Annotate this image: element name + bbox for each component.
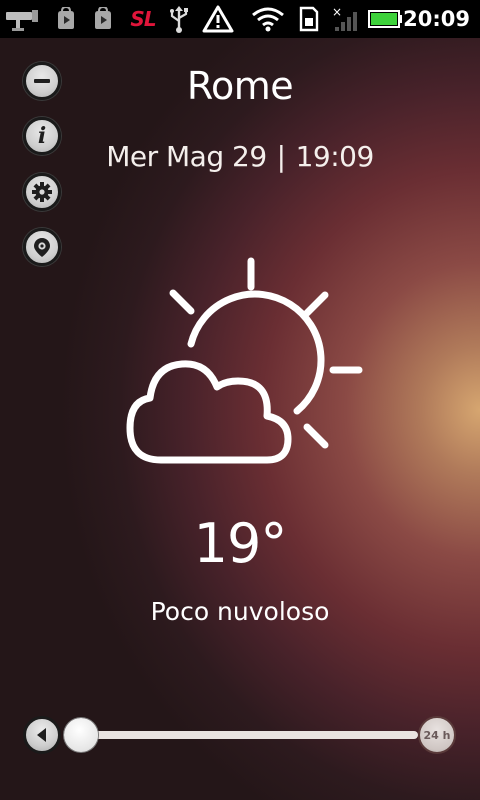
sl-logo-text: SL <box>130 7 156 31</box>
camera-icon <box>4 4 44 34</box>
weather-condition: Poco nuvoloso <box>150 597 330 626</box>
status-clock: 20:09 <box>403 7 470 31</box>
sd-card-icon <box>296 4 322 34</box>
weather-screen: SL × 20:09 i Rome Mer Mag 29 | 19:09 19°… <box>0 0 480 800</box>
timeline-track[interactable] <box>66 731 418 739</box>
wifi-icon <box>250 4 286 34</box>
gear-icon <box>32 182 52 202</box>
settings-button[interactable] <box>23 173 61 211</box>
date-label: Mer Mag 29 <box>106 140 267 173</box>
timeline-back-button[interactable] <box>23 716 61 754</box>
temperature: 19° <box>193 512 288 575</box>
usb-icon <box>166 4 192 34</box>
battery-icon <box>367 4 405 34</box>
triangle-left-icon <box>37 728 46 742</box>
status-bar: SL × 20:09 <box>0 0 480 38</box>
play-store-icon <box>54 4 78 34</box>
sl-app-icon: SL <box>122 4 164 34</box>
date-time: Mer Mag 29 | 19:09 <box>0 140 480 173</box>
play-store-icon <box>91 4 115 34</box>
city-name: Rome <box>186 64 294 108</box>
location-button[interactable] <box>23 228 61 266</box>
forecast-timeline: 24 h <box>0 712 480 762</box>
date-time-separator: | <box>276 140 286 173</box>
timeline-slider-handle[interactable] <box>64 718 98 752</box>
location-pin-icon <box>34 238 50 257</box>
svg-text:×: × <box>332 5 342 19</box>
time-label: 19:09 <box>295 140 375 173</box>
no-signal-icon: × <box>330 4 362 34</box>
timeline-24h-button[interactable]: 24 h <box>418 716 456 754</box>
timeline-24h-label: 24 h <box>423 728 451 742</box>
partly-cloudy-icon <box>125 255 370 480</box>
warning-icon <box>201 4 235 34</box>
